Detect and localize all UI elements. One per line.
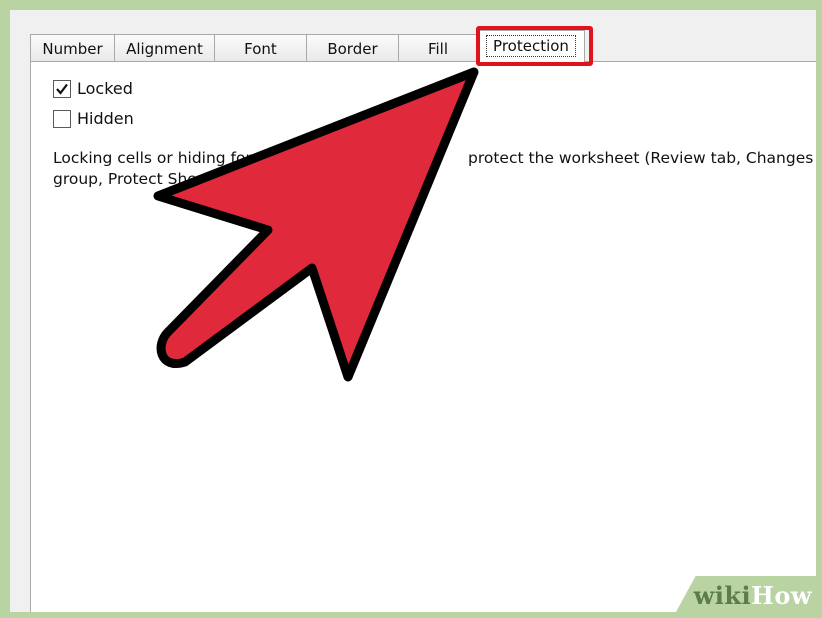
tab-alignment-label: Alignment xyxy=(126,40,203,58)
tab-alignment[interactable]: Alignment xyxy=(114,34,215,62)
tab-fill-label: Fill xyxy=(427,40,449,58)
locked-checkbox[interactable] xyxy=(53,79,71,98)
tab-font[interactable]: Font xyxy=(214,34,307,62)
help-text-line2: group, Protect Shee xyxy=(53,170,207,188)
tab-number-label: Number xyxy=(42,40,103,58)
tab-fill[interactable]: Fill xyxy=(398,34,478,62)
wikihow-watermark: wikiHow xyxy=(676,576,816,612)
protection-panel: Locked Hidden Locking cells or hiding fo… xyxy=(30,61,816,612)
hidden-label: Hidden xyxy=(77,109,134,128)
tab-number[interactable]: Number xyxy=(30,34,115,62)
tab-border[interactable]: Border xyxy=(306,34,399,62)
tab-protection-label: Protection xyxy=(486,35,576,57)
help-text-line1-right: protect the worksheet (Review tab, Chang… xyxy=(468,149,814,167)
tab-border-label: Border xyxy=(327,40,378,58)
tab-font-label: Font xyxy=(244,40,277,58)
protection-help-text: Locking cells or hiding form protect the… xyxy=(53,148,816,190)
tab-strip: Number Alignment Font Border Fill Protec… xyxy=(30,30,585,62)
tab-protection[interactable]: Protection xyxy=(477,30,585,62)
format-cells-dialog: Number Alignment Font Border Fill Protec… xyxy=(10,10,816,612)
check-icon xyxy=(56,83,68,95)
hidden-checkbox[interactable] xyxy=(53,109,71,128)
watermark-wiki: wiki xyxy=(693,581,752,610)
help-text-line1-left: Locking cells or hiding form xyxy=(53,149,267,167)
watermark-text: wikiHow xyxy=(694,581,812,610)
locked-label: Locked xyxy=(77,79,133,98)
locked-option[interactable]: Locked xyxy=(53,79,133,98)
watermark-how: How xyxy=(751,581,812,610)
hidden-option[interactable]: Hidden xyxy=(53,109,134,128)
